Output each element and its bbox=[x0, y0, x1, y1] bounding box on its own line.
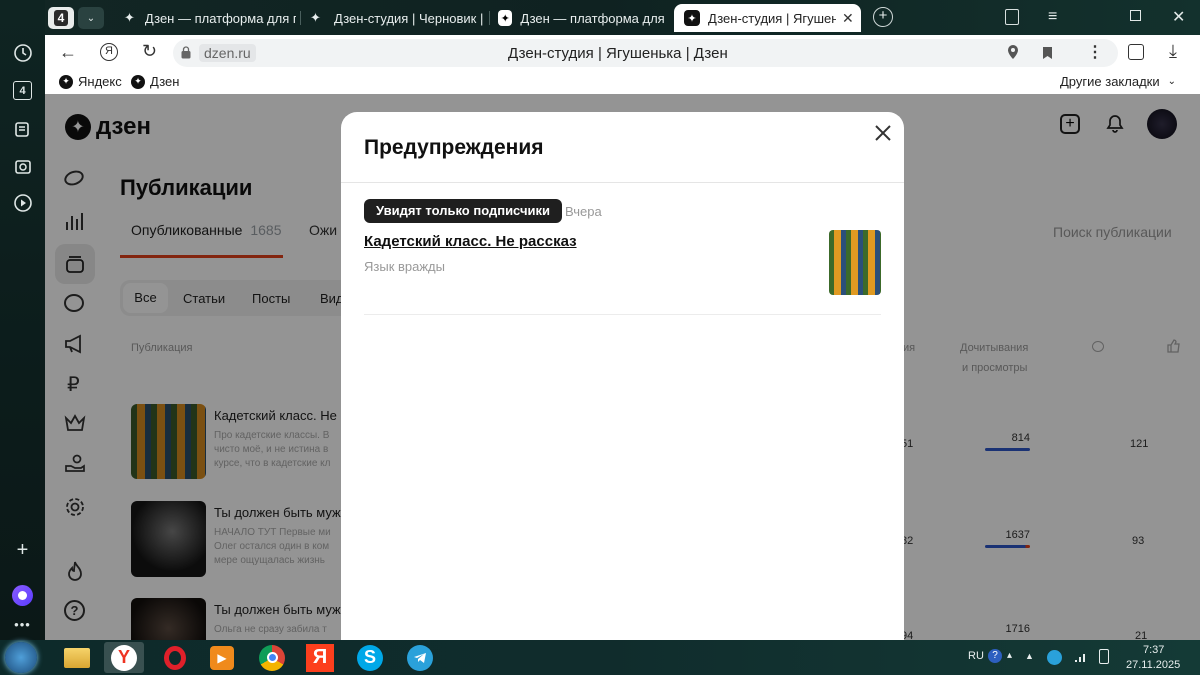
page-title: Дзен-студия | Ягушенька | Дзен bbox=[508, 45, 728, 62]
warnings-modal: Предупреждения Увидят только подписчики … bbox=[341, 112, 904, 642]
yandex-y-icon[interactable]: Я bbox=[100, 43, 118, 61]
tab-label: Дзен — платформа для пр bbox=[520, 10, 666, 26]
warning-item-title[interactable]: Кадетский класс. Не рассказ bbox=[364, 233, 577, 250]
chevron-down-icon: ⌄ bbox=[86, 12, 96, 24]
folder-icon bbox=[64, 647, 90, 668]
network-icon[interactable] bbox=[1074, 650, 1088, 668]
telegram-tray-icon[interactable] bbox=[1047, 650, 1062, 665]
alice-assistant-icon[interactable] bbox=[12, 585, 33, 606]
clock-date[interactable]: 27.11.2025 bbox=[1126, 659, 1180, 671]
play-icon[interactable] bbox=[12, 192, 33, 213]
restore-window-icon[interactable] bbox=[1130, 10, 1141, 21]
tab-label: Дзен-студия | Ягушень bbox=[708, 10, 836, 26]
warning-reason: Язык вражды bbox=[364, 259, 445, 274]
dzen-star-icon: ✦ bbox=[124, 10, 135, 25]
tabs-counter-icon[interactable]: 4 bbox=[12, 80, 33, 101]
bookmark-label: Яндекс bbox=[78, 74, 122, 89]
skype-icon: S bbox=[357, 644, 383, 671]
taskbar-yandex[interactable]: Я bbox=[300, 642, 340, 673]
telegram-icon bbox=[407, 644, 433, 671]
reload-icon[interactable]: ↻ bbox=[142, 41, 157, 62]
dzen-star-icon: ✦ bbox=[131, 74, 145, 89]
tab-studio-draft[interactable]: ✦ Дзен-студия | Черновик | bbox=[306, 4, 486, 32]
address-bar[interactable]: dzen.ru Дзен-студия | Ягушенька | Дзен bbox=[173, 39, 1118, 67]
help-tray-icon[interactable]: ? bbox=[988, 649, 1002, 663]
tab-counter: 4 bbox=[53, 10, 69, 26]
bookmark-yandex[interactable]: ✦ Яндекс bbox=[59, 74, 122, 89]
add-panel-icon[interactable]: + bbox=[12, 539, 33, 561]
dzen-star-icon: ✦ bbox=[310, 10, 321, 25]
taskbar-video-player[interactable]: ▶ bbox=[202, 642, 242, 673]
windows-taskbar: Y ▶ Я S RU ? ▴ ▲ 7:37 27.11.2025 bbox=[0, 640, 1200, 675]
rail-counter: 4 bbox=[13, 81, 32, 100]
notes-icon[interactable] bbox=[12, 118, 33, 139]
bookmark-icon[interactable] bbox=[1042, 46, 1053, 65]
other-bookmarks[interactable]: Другие закладки ⌄ bbox=[1060, 74, 1176, 89]
tabs-dropdown-button[interactable]: ⌄ bbox=[78, 7, 104, 29]
language-indicator[interactable]: RU bbox=[968, 650, 984, 662]
tab-studio-active[interactable]: ✦ Дзен-студия | Ягушень ✕ bbox=[674, 4, 861, 32]
power-icon[interactable] bbox=[1099, 649, 1109, 664]
chevron-down-icon: ⌄ bbox=[1167, 76, 1176, 87]
close-icon[interactable] bbox=[873, 123, 893, 148]
yandex-browser-icon: Y bbox=[111, 644, 137, 671]
chrome-icon bbox=[259, 644, 285, 671]
tab-dzen-platform-2[interactable]: ✦ Дзен — платформа для пр bbox=[494, 4, 666, 32]
other-bookmarks-label: Другие закладки bbox=[1060, 74, 1160, 89]
browser-toolbar: ← Я ↻ dzen.ru Дзен-студия | Ягушенька | … bbox=[45, 35, 1200, 70]
taskbar-opera[interactable] bbox=[155, 642, 195, 673]
taskbar-file-explorer[interactable] bbox=[57, 642, 97, 673]
tab-label: Дзен — платформа для пр bbox=[144, 10, 296, 26]
taskbar-telegram[interactable] bbox=[400, 642, 440, 673]
tray-chevron-icon[interactable]: ▴ bbox=[1007, 650, 1012, 661]
taskbar-skype[interactable]: S bbox=[350, 642, 390, 673]
opera-icon bbox=[164, 645, 186, 670]
clock-time[interactable]: 7:37 bbox=[1143, 644, 1164, 656]
back-arrow-icon[interactable]: ← bbox=[59, 42, 77, 63]
tab-strip: 4 ⌄ ✦ Дзен — платформа для пр ✦ Дзен-сту… bbox=[0, 0, 1200, 35]
modal-divider bbox=[341, 182, 904, 183]
warning-thumbnail[interactable] bbox=[829, 230, 881, 295]
dzen-logo-icon: ✦ bbox=[684, 10, 700, 26]
close-window-icon[interactable]: ✕ bbox=[1172, 7, 1185, 27]
bookmark-label: Дзен bbox=[150, 74, 180, 89]
lock-icon bbox=[181, 46, 191, 59]
history-icon[interactable] bbox=[12, 42, 33, 63]
bookmark-dzen[interactable]: ✦ Дзен bbox=[131, 74, 179, 89]
more-vertical-icon[interactable]: ⋮ bbox=[1087, 42, 1103, 62]
extensions-icon[interactable] bbox=[1128, 44, 1144, 60]
more-icon[interactable]: ••• bbox=[12, 614, 33, 635]
media-player-icon: ▶ bbox=[210, 645, 234, 670]
tray-arrow-icon[interactable]: ▲ bbox=[1025, 651, 1034, 661]
tab-label: Дзен-студия | Черновик | bbox=[334, 10, 484, 26]
new-tab-button[interactable]: + bbox=[873, 7, 893, 27]
dzen-logo-icon: ✦ bbox=[498, 10, 513, 26]
subscribers-only-badge: Увидят только подписчики bbox=[364, 199, 562, 223]
screenshot-icon[interactable] bbox=[12, 156, 33, 177]
item-divider bbox=[364, 314, 881, 315]
taskbar-chrome[interactable] bbox=[252, 642, 292, 673]
modal-title: Предупреждения bbox=[364, 136, 544, 159]
collections-icon[interactable] bbox=[1005, 9, 1019, 25]
location-pin-icon[interactable] bbox=[1007, 44, 1019, 65]
start-button[interactable] bbox=[5, 642, 37, 673]
taskbar-yandex-browser[interactable]: Y bbox=[104, 642, 144, 673]
browser-sidebar: 4 + ••• bbox=[0, 0, 45, 640]
yandex-star-icon: ✦ bbox=[59, 74, 73, 89]
menu-icon[interactable]: ≡ bbox=[1048, 8, 1057, 26]
bookmarks-bar: ✦ Яндекс ✦ Дзен Другие закладки ⌄ bbox=[45, 70, 1200, 94]
download-icon[interactable]: ⤓ bbox=[1169, 41, 1177, 62]
tab-counter-button[interactable]: 4 bbox=[48, 7, 74, 29]
tab-dzen-platform-1[interactable]: ✦ Дзен — платформа для пр bbox=[118, 4, 296, 32]
close-tab-icon[interactable]: ✕ bbox=[842, 10, 854, 27]
yandex-icon: Я bbox=[306, 643, 334, 672]
domain-chip: dzen.ru bbox=[199, 44, 256, 62]
warning-date: Вчера bbox=[565, 204, 602, 219]
